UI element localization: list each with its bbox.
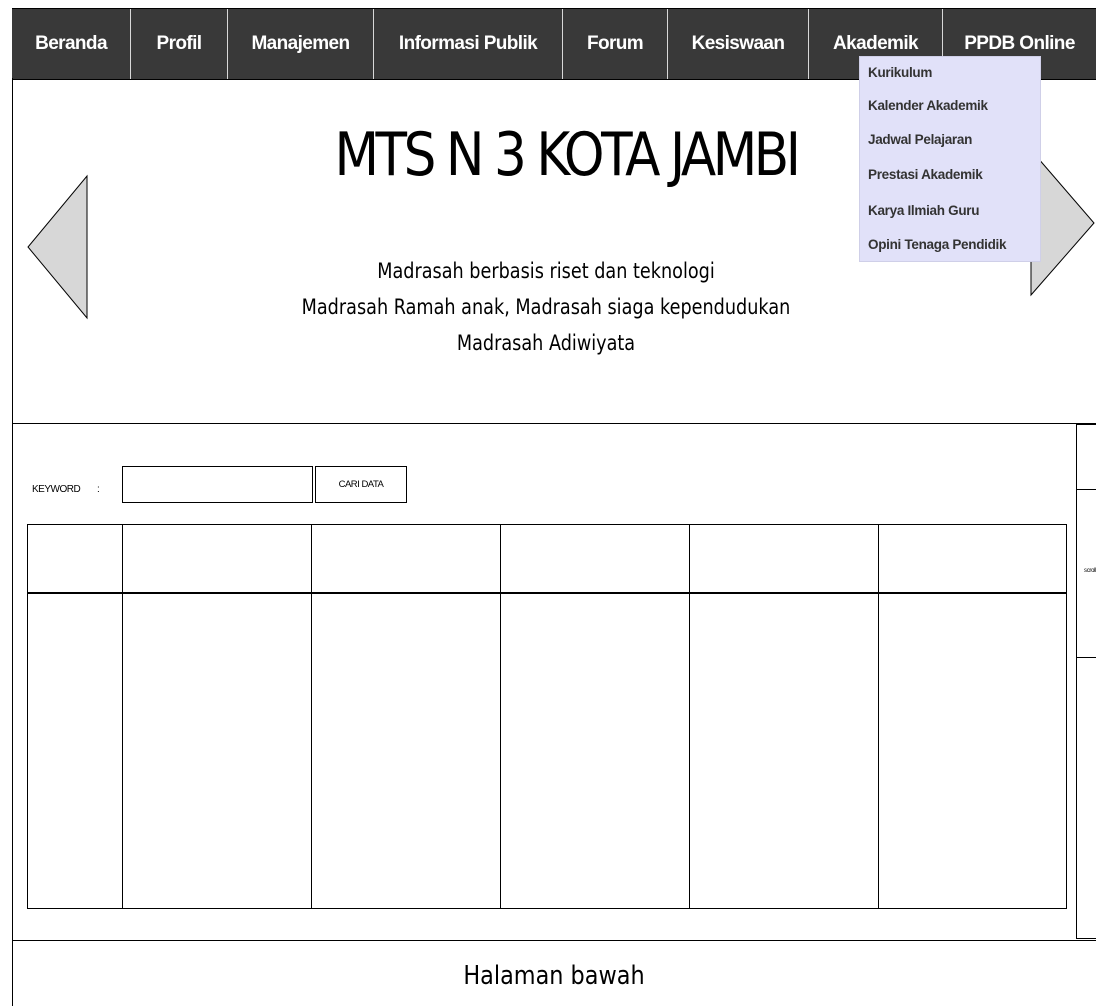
cari-data-button[interactable]: CARI DATA bbox=[315, 466, 407, 503]
footer: Halaman bawah bbox=[12, 940, 1096, 1006]
keyword-separator: : bbox=[97, 484, 100, 495]
table-header-cell bbox=[693, 529, 874, 589]
scrollbar-label: scroll bbox=[1084, 568, 1096, 574]
data-table bbox=[27, 524, 1067, 909]
content-left-border bbox=[12, 424, 13, 1006]
table-cell bbox=[882, 598, 1062, 898]
dropdown-item-opini-tenaga-pendidik[interactable]: Opini Tenaga Pendidik bbox=[868, 237, 1007, 252]
slider-prev-button[interactable] bbox=[24, 172, 92, 324]
table-column-divider bbox=[122, 525, 123, 908]
scrollbar-thumb-top bbox=[1077, 489, 1096, 490]
dropdown-item-kurikulum[interactable]: Kurikulum bbox=[868, 65, 932, 80]
keyword-label: KEYWORD bbox=[32, 484, 81, 495]
table-header-cell bbox=[126, 529, 307, 589]
nav-item-kesiswaan[interactable]: Kesiswaan bbox=[668, 9, 809, 79]
nav-item-forum[interactable]: Forum bbox=[563, 9, 668, 79]
table-cell bbox=[32, 598, 118, 898]
table-column-divider bbox=[878, 525, 879, 908]
table-column-divider bbox=[500, 525, 501, 908]
hero-tagline-1: Madrasah berbasis riset dan teknologi bbox=[377, 259, 715, 283]
table-header-divider bbox=[28, 592, 1066, 594]
scrollbar-thumb-bottom bbox=[1077, 657, 1096, 658]
hero-tagline-3: Madrasah Adiwiyata bbox=[456, 331, 636, 355]
dropdown-item-karya-ilmiah-guru[interactable]: Karya Ilmiah Guru bbox=[868, 203, 979, 218]
dropdown-item-jadwal-pelajaran[interactable]: Jadwal Pelajaran bbox=[868, 132, 972, 147]
footer-text: Halaman bawah bbox=[463, 961, 645, 991]
scrollbar[interactable]: scroll bbox=[1076, 424, 1096, 939]
triangle-left-icon bbox=[27, 174, 88, 320]
table-cell bbox=[504, 598, 685, 898]
table-cell bbox=[693, 598, 874, 898]
nav-item-beranda[interactable]: Beranda bbox=[12, 9, 131, 79]
table-header-cell bbox=[504, 529, 685, 589]
nav-item-profil[interactable]: Profil bbox=[131, 9, 228, 79]
table-header-cell bbox=[315, 529, 496, 589]
akademik-dropdown-menu: Kurikulum Kalender Akademik Jadwal Pelaj… bbox=[859, 56, 1041, 262]
dropdown-item-prestasi-akademik[interactable]: Prestasi Akademik bbox=[868, 167, 983, 182]
nav-item-manajemen[interactable]: Manajemen bbox=[228, 9, 374, 79]
keyword-input[interactable] bbox=[122, 466, 313, 503]
hero-tagline-2: Madrasah Ramah anak, Madrasah siaga kepe… bbox=[301, 295, 791, 319]
table-column-divider bbox=[689, 525, 690, 908]
table-header-cell bbox=[32, 529, 118, 589]
nav-item-informasi-publik[interactable]: Informasi Publik bbox=[374, 9, 563, 79]
page-title: MTS N 3 KOTA JAMBI bbox=[334, 120, 801, 190]
table-cell bbox=[126, 598, 307, 898]
table-header-cell bbox=[882, 529, 1062, 589]
table-cell bbox=[315, 598, 496, 898]
table-column-divider bbox=[311, 525, 312, 908]
dropdown-item-kalender-akademik[interactable]: Kalender Akademik bbox=[868, 98, 988, 113]
